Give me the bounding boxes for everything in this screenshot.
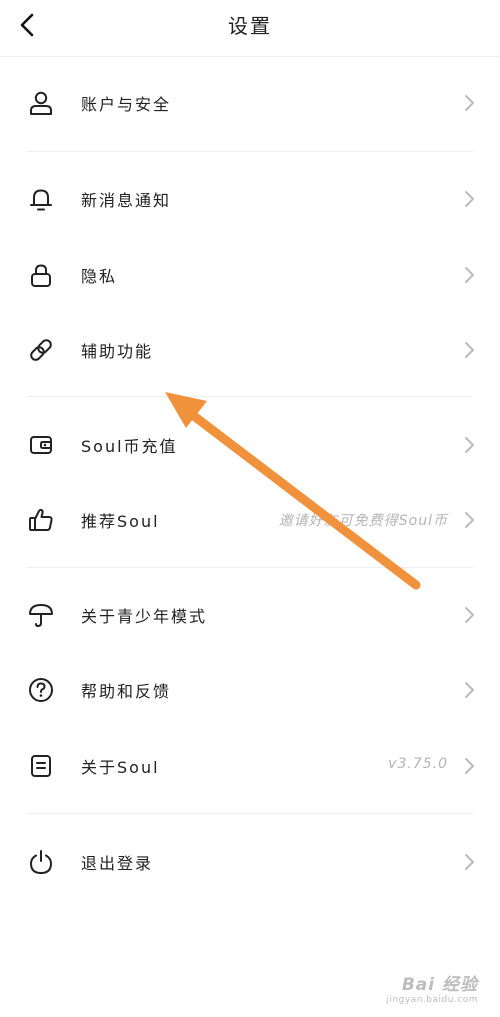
thumbs-up-icon: [27, 506, 55, 534]
link-icon: [27, 336, 55, 364]
settings-item-label: 账户与安全: [81, 95, 172, 114]
umbrella-icon: [27, 601, 55, 629]
user-icon: [27, 89, 55, 117]
chevron-right-icon: [465, 437, 474, 453]
lock-icon: [27, 261, 55, 289]
chevron-right-icon: [465, 854, 474, 870]
watermark-url: jingyan.baidu.com: [386, 995, 478, 1005]
settings-item-label: 退出登录: [81, 854, 154, 873]
settings-item-label: 推荐Soul: [81, 512, 160, 531]
settings-item-label: 辅助功能: [81, 342, 154, 361]
settings-item-recommend[interactable]: 推荐Soul 邀请好友可免费得Soul币: [0, 492, 500, 548]
settings-item-privacy[interactable]: 隐私: [0, 247, 500, 303]
settings-item-notifications[interactable]: 新消息通知: [0, 171, 500, 227]
settings-item-accessibility[interactable]: 辅助功能: [0, 322, 500, 378]
document-icon: [27, 752, 55, 780]
settings-item-label: 关于青少年模式: [81, 607, 208, 626]
wallet-icon: [27, 431, 55, 459]
settings-item-recharge[interactable]: Soul币充值: [0, 417, 500, 473]
top-bar: 设置: [0, 0, 500, 57]
invite-hint-text: 邀请好友可免费得Soul币: [278, 513, 448, 529]
chevron-right-icon: [465, 607, 474, 623]
watermark-logo: Bai 经验 jingyan.baidu.com: [386, 970, 478, 1005]
settings-item-label: 新消息通知: [81, 191, 172, 210]
watermark-text: Bai 经验: [401, 975, 478, 995]
chevron-right-icon: [465, 95, 474, 111]
page-title: 设置: [228, 14, 272, 38]
settings-item-account[interactable]: 账户与安全: [0, 75, 500, 131]
settings-item-label: 帮助和反馈: [81, 682, 172, 701]
section-divider: [27, 396, 473, 397]
section-divider: [27, 813, 473, 814]
power-icon: [27, 848, 55, 876]
section-divider: [27, 151, 473, 152]
section-divider: [27, 567, 473, 568]
settings-item-logout[interactable]: 退出登录: [0, 834, 500, 890]
bell-icon: [27, 185, 55, 213]
question-circle-icon: [27, 676, 55, 704]
chevron-right-icon: [465, 342, 474, 358]
settings-item-about[interactable]: 关于Soul v3.75.0: [0, 738, 500, 794]
settings-item-youth-mode[interactable]: 关于青少年模式: [0, 587, 500, 643]
chevron-right-icon: [465, 512, 474, 528]
chevron-right-icon: [465, 191, 474, 207]
chevron-right-icon: [465, 267, 474, 283]
settings-item-label: Soul币充值: [81, 437, 178, 456]
settings-item-label: 关于Soul: [81, 758, 160, 777]
version-text: v3.75.0: [388, 756, 448, 772]
chevron-right-icon: [465, 758, 474, 774]
chevron-right-icon: [465, 682, 474, 698]
settings-item-help[interactable]: 帮助和反馈: [0, 662, 500, 718]
settings-item-label: 隐私: [81, 267, 118, 286]
